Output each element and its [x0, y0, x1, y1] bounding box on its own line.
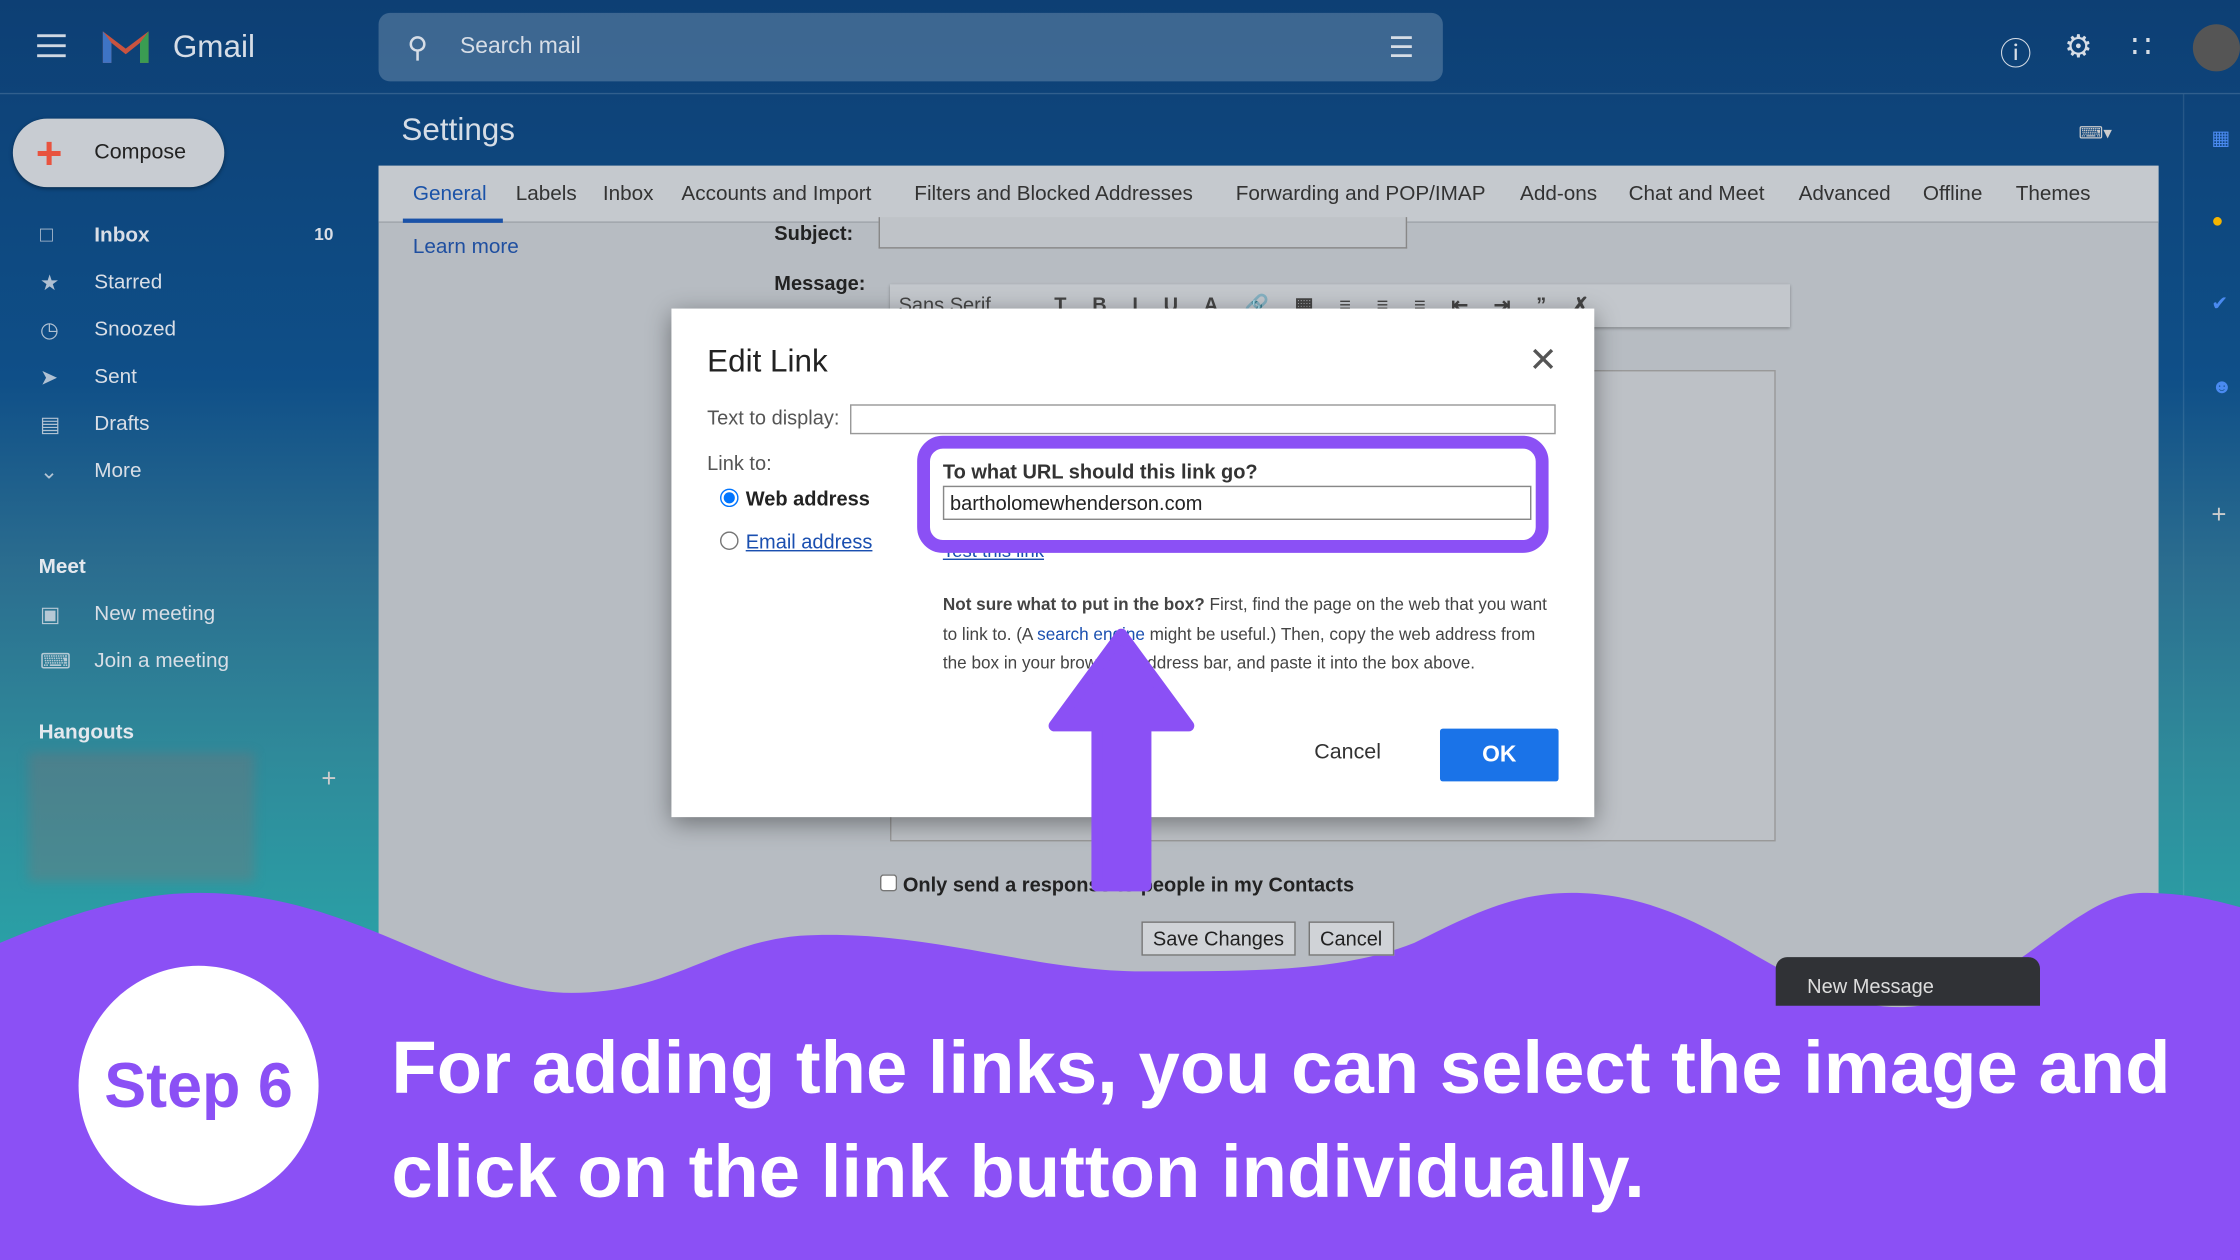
close-icon[interactable]: ✕ [1529, 340, 1558, 381]
radio-label: Web address [745, 487, 870, 510]
send-icon: ➤ [39, 365, 58, 390]
search-placeholder: Search mail [459, 34, 581, 59]
calendar-icon[interactable]: ▦ [2211, 126, 2230, 150]
add-hangout-icon[interactable]: + [321, 764, 336, 794]
link-to-label: Link to: [707, 451, 772, 475]
tab-labels[interactable]: Labels [516, 183, 577, 206]
new-message-window[interactable]: New Message [1775, 957, 2040, 1006]
meet-heading: Meet [38, 555, 86, 579]
new-meeting-button[interactable]: ▣ New meeting [0, 591, 374, 638]
radio[interactable] [719, 531, 739, 550]
ok-button[interactable]: OK [1439, 728, 1559, 782]
step-label: Step 6 [104, 1051, 293, 1122]
message-label: Message: [774, 271, 866, 295]
inbox-icon: □ [39, 222, 53, 248]
sidebar-item-inbox[interactable]: □ Inbox 10 [0, 213, 374, 260]
highlight-box [917, 435, 1549, 553]
learn-more-link[interactable]: Learn more [413, 236, 519, 259]
main-menu-icon[interactable] [37, 34, 66, 58]
tab-forwarding[interactable]: Forwarding and POP/IMAP [1236, 183, 1486, 206]
inbox-count: 10 [314, 224, 334, 245]
keyboard-icon: ⌨ [39, 649, 71, 675]
search-icon[interactable]: ⚲ [407, 30, 428, 66]
tab-offline[interactable]: Offline [1923, 183, 1983, 206]
tab-accounts[interactable]: Accounts and Import [681, 183, 871, 206]
text-display-input[interactable] [849, 404, 1556, 435]
compose-button[interactable]: + Compose [12, 118, 225, 188]
compose-label: Compose [94, 139, 187, 165]
radio[interactable] [719, 488, 739, 508]
search-input[interactable]: ⚲ Search mail ☰ [378, 12, 1443, 82]
hangouts-heading: Hangouts [38, 721, 135, 745]
web-address-radio[interactable]: Web address [719, 487, 870, 510]
tasks-icon[interactable]: ✔ [2211, 291, 2228, 315]
help-bold: Not sure what to put in the box? [942, 594, 1205, 615]
label: More [94, 459, 142, 483]
clock-icon: ◷ [39, 318, 59, 343]
radio-label: Email address [745, 529, 873, 553]
active-tab-indicator [402, 218, 503, 223]
contacts-icon[interactable]: ☻ [2211, 374, 2232, 397]
gear-icon[interactable]: ⚙ [2064, 29, 2092, 66]
settings-cancel-button[interactable]: Cancel [1308, 921, 1394, 956]
avatar[interactable] [2192, 24, 2240, 72]
tab-advanced[interactable]: Advanced [1799, 183, 1891, 206]
label: Snoozed [94, 318, 177, 342]
star-icon: ★ [39, 271, 60, 296]
caption-text: For adding the links, you can select the… [391, 1027, 2171, 1215]
video-icon: ▣ [39, 602, 61, 628]
subject-label: Subject: [774, 221, 854, 245]
help-text: Not sure what to put in the box? First, … [943, 590, 1557, 678]
label: Drafts [94, 412, 150, 436]
label: New meeting [94, 602, 216, 626]
apps-grid-icon[interactable]: ∷ [2131, 29, 2151, 66]
label: Join a meeting [94, 649, 230, 673]
dialog-title: Edit Link [707, 342, 828, 379]
subject-input[interactable] [878, 217, 1408, 249]
label: Inbox [94, 224, 150, 248]
keep-icon[interactable]: ● [2211, 209, 2223, 232]
gmail-brand: Gmail [172, 28, 255, 65]
join-meeting-button[interactable]: ⌨ Join a meeting [0, 639, 374, 686]
cancel-button[interactable]: Cancel [1314, 740, 1381, 764]
sidebar-item-snoozed[interactable]: ◷ Snoozed [0, 307, 374, 354]
label: Starred [94, 271, 163, 295]
tab-filters[interactable]: Filters and Blocked Addresses [914, 183, 1193, 206]
label: Sent [94, 365, 137, 389]
plus-icon: + [35, 127, 63, 179]
tab-addons[interactable]: Add-ons [1520, 183, 1597, 206]
tab-inbox[interactable]: Inbox [603, 183, 654, 206]
help-icon[interactable]: ⓘ [2000, 29, 2031, 75]
tab-chat-meet[interactable]: Chat and Meet [1629, 183, 1765, 206]
keyboard-icon[interactable]: ⌨▾ [2079, 123, 2112, 143]
page-title: Settings [401, 111, 515, 148]
tab-general[interactable]: General [413, 183, 487, 206]
search-options-icon[interactable]: ☰ [1389, 30, 1415, 66]
chevron-down-icon: ⌄ [39, 459, 58, 485]
step-badge: Step 6 [78, 965, 319, 1206]
sidebar-item-drafts[interactable]: ▤ Drafts [0, 401, 374, 448]
sidebar-item-more[interactable]: ⌄ More [0, 449, 374, 496]
text-display-label: Text to display: [707, 405, 840, 429]
settings-tabs: General Labels Inbox Accounts and Import… [378, 165, 2159, 223]
sidebar-item-sent[interactable]: ➤ Sent [0, 354, 374, 401]
gmail-logo [102, 31, 149, 63]
email-address-radio[interactable]: Email address [719, 529, 873, 553]
tab-themes[interactable]: Themes [2016, 183, 2091, 206]
save-changes-button[interactable]: Save Changes [1141, 921, 1296, 956]
add-addon-icon[interactable]: + [2211, 500, 2226, 530]
sidebar-item-starred[interactable]: ★ Starred [0, 260, 374, 307]
draft-icon: ▤ [39, 412, 61, 438]
